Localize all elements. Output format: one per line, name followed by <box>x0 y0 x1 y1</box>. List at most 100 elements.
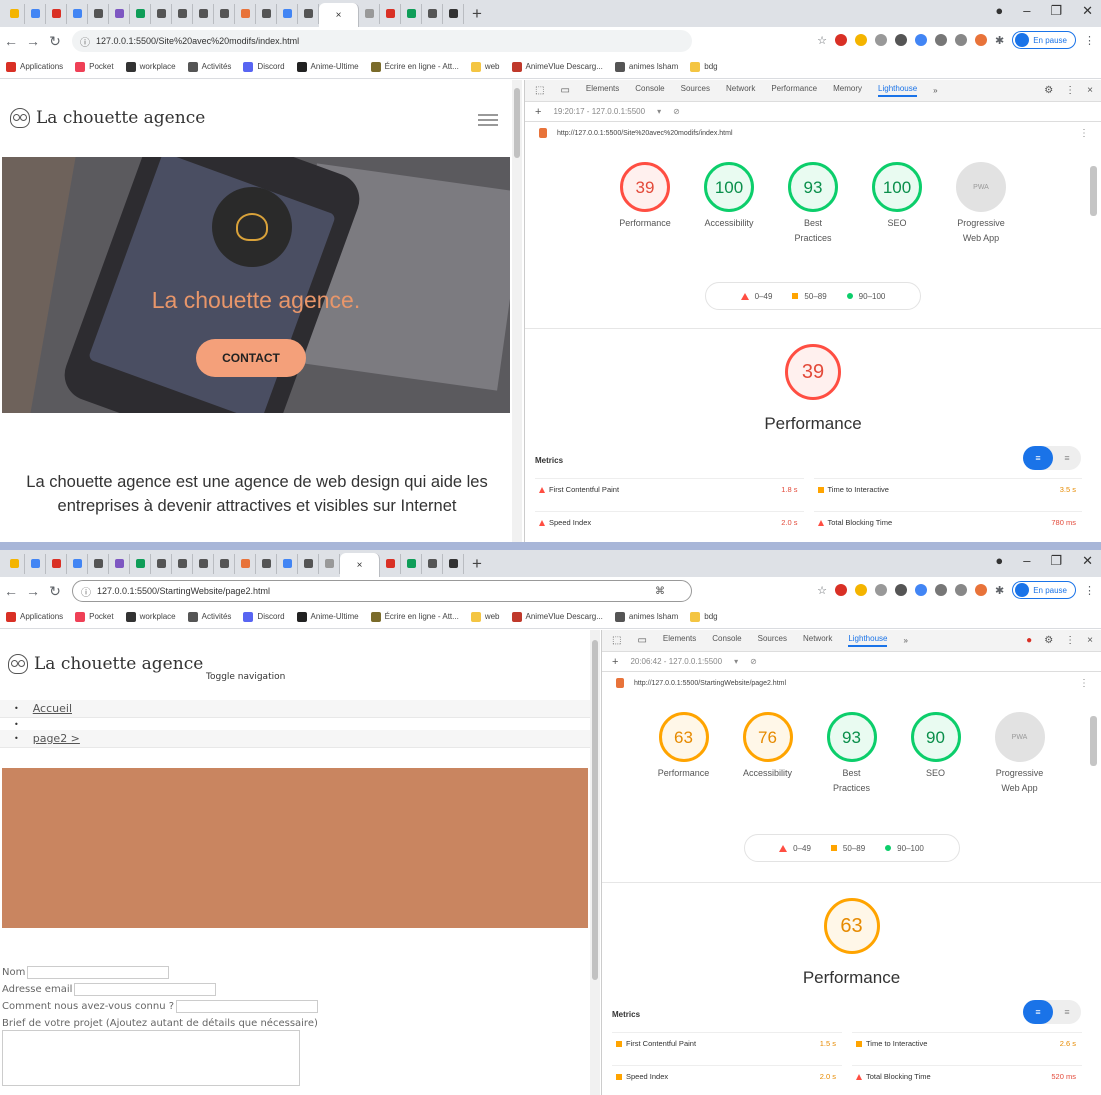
detail-view-icon[interactable]: ≡ <box>1053 1000 1081 1024</box>
bookmark-item[interactable]: Applications <box>6 611 63 622</box>
devtools-tab-elements[interactable]: Elements <box>586 84 619 97</box>
minimize-icon[interactable]: – <box>1023 553 1030 569</box>
address-bar[interactable]: ⓘ 127.0.0.1:5500/StartingWebsite/page2.h… <box>72 580 692 602</box>
star-icon[interactable]: ☆ <box>817 34 827 47</box>
close-tab-icon[interactable]: × <box>336 10 342 21</box>
extension-shield-icon[interactable] <box>894 34 907 46</box>
browser-tab[interactable] <box>277 553 298 574</box>
bookmark-item[interactable]: Écrire en ligne - Att... <box>370 61 459 72</box>
settings-gear-icon[interactable]: ⚙ <box>1044 85 1053 96</box>
add-report-icon[interactable]: + <box>612 656 618 668</box>
bookmark-item[interactable]: bdg <box>690 611 718 622</box>
browser-tab[interactable] <box>172 553 193 574</box>
menu-icon[interactable]: ⋮ <box>1084 584 1095 597</box>
device-toggle-icon[interactable]: ▭ <box>560 85 569 96</box>
browser-tab[interactable] <box>25 553 46 574</box>
profile-button[interactable]: En pause <box>1012 581 1076 599</box>
browser-tab[interactable] <box>277 3 298 24</box>
toggle-navigation-button[interactable]: Toggle navigation <box>206 672 285 682</box>
browser-tab[interactable] <box>4 3 25 24</box>
extension-pen-icon[interactable] <box>854 584 867 596</box>
browser-tab[interactable] <box>193 3 214 24</box>
scrollbar-thumb[interactable] <box>592 640 598 980</box>
browser-tab[interactable] <box>109 553 130 574</box>
score-gauge[interactable]: 39 Performance <box>617 162 673 246</box>
extension-brush-icon[interactable] <box>974 584 987 596</box>
browser-tab[interactable] <box>380 553 401 574</box>
score-gauge[interactable]: PWA Progressive Web App <box>992 712 1048 796</box>
browser-tab[interactable] <box>25 3 46 24</box>
report-menu-icon[interactable]: ⋮ <box>1079 678 1089 689</box>
score-gauge[interactable]: 90 SEO <box>908 712 964 796</box>
browser-tab[interactable] <box>422 553 443 574</box>
kebab-icon[interactable]: ⋮ <box>1065 635 1075 646</box>
clear-icon[interactable]: ⊘ <box>673 107 680 116</box>
bookmark-item[interactable]: Activités <box>187 61 231 72</box>
forward-icon[interactable]: → <box>22 583 44 599</box>
add-report-icon[interactable]: + <box>535 106 541 118</box>
contact-button[interactable]: CONTACT <box>196 339 306 377</box>
site-info-icon[interactable]: ⓘ <box>80 34 90 49</box>
bookmark-item[interactable]: web <box>470 61 500 72</box>
nav-link-page2[interactable]: page2 > <box>33 732 80 745</box>
extension-triangle-icon[interactable] <box>914 584 927 596</box>
devtools-tab-console[interactable]: Console <box>712 634 741 647</box>
browser-tab[interactable] <box>67 3 88 24</box>
extension-brush-icon[interactable] <box>974 34 987 46</box>
bookmark-item[interactable]: workplace <box>125 61 176 72</box>
site-logo[interactable]: La chouette agence <box>10 108 205 128</box>
reload-icon[interactable]: ↻ <box>44 33 66 50</box>
browser-tab[interactable] <box>151 553 172 574</box>
extension-block-icon[interactable] <box>954 584 967 596</box>
devtools-tab-lighthouse[interactable]: Lighthouse <box>848 634 888 647</box>
bookmark-item[interactable]: workplace <box>125 611 176 622</box>
page-scrollbar[interactable] <box>590 630 600 1095</box>
bookmark-item[interactable]: animes lsham <box>614 611 678 622</box>
scrollbar-thumb[interactable] <box>514 88 520 158</box>
back-icon[interactable]: ← <box>0 583 22 599</box>
devtools-tab-sources[interactable]: Sources <box>758 634 787 647</box>
reload-icon[interactable]: ↻ <box>44 583 66 600</box>
close-window-icon[interactable]: ✕ <box>1082 3 1093 19</box>
address-bar[interactable]: ⓘ 127.0.0.1:5500/Site%20avec%20modifs/in… <box>72 30 692 52</box>
score-gauge[interactable]: 100 Accessibility <box>701 162 757 246</box>
browser-tab[interactable] <box>401 3 422 24</box>
site-logo[interactable]: La chouette agence <box>8 654 203 674</box>
forward-icon[interactable]: → <box>22 33 44 49</box>
browser-tab[interactable] <box>193 553 214 574</box>
inspect-icon[interactable]: ⬚ <box>535 85 544 96</box>
metrics-view-toggle[interactable]: ≡ ≡ <box>1023 446 1081 470</box>
back-icon[interactable]: ← <box>0 33 22 49</box>
browser-tab[interactable] <box>214 3 235 24</box>
star-icon[interactable]: ☆ <box>817 584 827 597</box>
extension-shield-icon[interactable] <box>894 584 907 596</box>
bookmark-item[interactable]: Anime-Ultime <box>296 61 359 72</box>
list-view-icon[interactable]: ≡ <box>1023 446 1053 470</box>
browser-tab[interactable] <box>46 553 67 574</box>
error-badge-icon[interactable]: ● <box>1026 635 1032 646</box>
devtools-tab-network[interactable]: Network <box>803 634 832 647</box>
record-icon[interactable]: ● <box>995 3 1003 19</box>
puzzle-icon[interactable]: ✱ <box>995 34 1004 47</box>
devtools-tab-memory[interactable]: Memory <box>833 84 862 97</box>
score-gauge[interactable]: 63 Performance <box>656 712 712 796</box>
bookmark-item[interactable]: AnimeVlue Descarg... <box>511 611 603 622</box>
tab-active[interactable]: × <box>340 553 380 577</box>
browser-tab[interactable] <box>67 553 88 574</box>
report-selector[interactable]: 19:20:17 - 127.0.0.1:5500 <box>553 107 645 116</box>
browser-tab[interactable] <box>256 3 277 24</box>
menu-icon[interactable]: ⋮ <box>1084 34 1095 47</box>
maximize-icon[interactable]: ❐ <box>1050 3 1062 19</box>
extension-pen-icon[interactable] <box>854 34 867 46</box>
browser-tab[interactable] <box>443 553 464 574</box>
browser-tab[interactable] <box>235 553 256 574</box>
browser-tab[interactable] <box>88 553 109 574</box>
bookmark-item[interactable]: Écrire en ligne - Att... <box>370 611 459 622</box>
extension-triangle-icon[interactable] <box>914 34 927 46</box>
source-input[interactable] <box>176 1000 319 1013</box>
close-tab-icon[interactable]: × <box>357 560 363 571</box>
brief-textarea[interactable] <box>2 1030 300 1086</box>
bookmark-item[interactable]: Activités <box>187 611 231 622</box>
metrics-view-toggle[interactable]: ≡ ≡ <box>1023 1000 1081 1024</box>
browser-tab[interactable] <box>235 3 256 24</box>
